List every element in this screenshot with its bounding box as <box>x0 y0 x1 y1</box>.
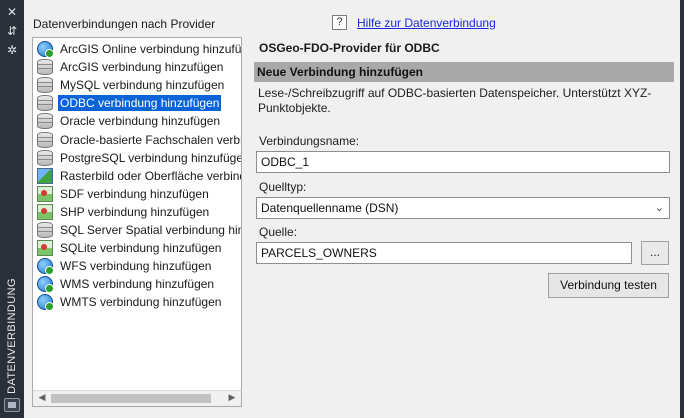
provider-list[interactable]: ArcGIS Online verbindung hinzufügen ArcGI… <box>32 37 242 407</box>
provider-item-label: SHP verbindung hinzufügen <box>60 204 210 219</box>
provider-item-label: ODBC verbindung hinzufügen <box>58 95 222 112</box>
globe-icon <box>37 41 54 58</box>
provider-item-label: SQL Server Spatial verbindung hinzufügen <box>60 223 241 237</box>
database-icon <box>37 59 53 76</box>
database-icon <box>37 149 53 166</box>
globe-icon <box>37 276 54 294</box>
database-icon <box>37 131 53 148</box>
provider-item-label: ArcGIS Online verbindung hinzufügen <box>60 42 242 56</box>
help-link[interactable]: Hilfe zur Datenverbindung <box>357 16 496 30</box>
provider-item-label: SDF verbindung hinzufügen <box>60 186 209 201</box>
provider-item-label: SQLite verbindung hinzufügen <box>60 241 222 256</box>
provider-item[interactable]: WMTS verbindung hinzufügen <box>37 293 241 312</box>
palette-title: DATENVERBINDUNG <box>3 278 21 394</box>
provider-item[interactable]: ArcGIS Online verbindung hinzufügen <box>37 40 242 58</box>
map-icon <box>37 185 53 202</box>
scrollbar-thumb[interactable] <box>51 394 211 403</box>
source-input[interactable] <box>256 242 632 264</box>
scroll-left-icon[interactable]: ◀ <box>34 391 50 406</box>
database-icon <box>37 95 53 112</box>
provider-item-label: Rasterbild oder Oberfläche verbindung hi… <box>60 168 241 183</box>
palette-properties-icon[interactable] <box>4 398 20 412</box>
provider-item[interactable]: SQL Server Spatial verbindung hinzufügen <box>37 221 241 239</box>
gear-icon[interactable]: ✲ <box>5 43 19 57</box>
source-type-select[interactable]: Datenquellenname (DSN) ⌄ <box>256 197 670 219</box>
test-connection-button[interactable]: Verbindung testen <box>548 273 669 298</box>
provider-item[interactable]: MySQL verbindung hinzufügen <box>37 76 241 94</box>
palette-title-text: DATENVERBINDUNG <box>6 278 18 394</box>
side-strip: ✕ ⇵ ✲ DATENVERBINDUNG <box>0 0 24 418</box>
provider-item[interactable]: PostgreSQL verbindung hinzufügen <box>37 149 242 167</box>
provider-item[interactable]: ODBC verbindung hinzufügen <box>37 94 241 112</box>
globe-icon <box>37 294 54 312</box>
help-icon[interactable]: ? <box>332 15 347 30</box>
provider-heading: OSGeo-FDO-Provider für ODBC <box>259 41 440 55</box>
source-type-value: Datenquellenname (DSN) <box>261 201 399 215</box>
provider-item-label: WMTS verbindung hinzufügen <box>60 295 222 310</box>
provider-item-label: WMS verbindung hinzufügen <box>60 277 215 292</box>
section-title: Neue Verbindung hinzufügen <box>257 65 423 79</box>
provider-item[interactable]: SDF verbindung hinzufügen <box>37 185 241 203</box>
chevron-down-icon: ⌄ <box>654 201 664 214</box>
provider-item-label: WFS verbindung hinzufügen <box>60 259 212 274</box>
provider-description: Lese-/Schreibzugriff auf ODBC-basierten … <box>258 86 652 115</box>
autohide-icon[interactable]: ⇵ <box>5 24 19 38</box>
database-icon <box>37 222 53 238</box>
window-edge <box>680 0 684 418</box>
close-icon[interactable]: ✕ <box>5 5 19 19</box>
provider-item[interactable]: Oracle verbindung hinzufügen <box>37 112 241 130</box>
source-label: Quelle: <box>259 225 298 239</box>
database-icon <box>37 113 53 130</box>
help-row: ? Hilfe zur Datenverbindung <box>332 15 496 30</box>
provider-list-scrollbar[interactable]: ◀ ▶ <box>32 390 242 407</box>
connection-name-input[interactable] <box>256 151 670 173</box>
provider-item[interactable]: SQLite verbindung hinzufügen <box>37 239 241 257</box>
section-header: Neue Verbindung hinzufügen <box>254 62 674 82</box>
provider-item[interactable]: WMS verbindung hinzufügen <box>37 275 241 294</box>
provider-item-label: PostgreSQL verbindung hinzufügen <box>60 150 242 165</box>
provider-item-label: MySQL verbindung hinzufügen <box>60 78 225 93</box>
raster-icon <box>37 167 53 184</box>
connection-name-label: Verbindungsname: <box>259 134 360 148</box>
provider-item[interactable]: ArcGIS verbindung hinzufügen <box>37 58 241 76</box>
provider-item[interactable]: SHP verbindung hinzufügen <box>37 203 241 221</box>
provider-item-label: Oracle verbindung hinzufügen <box>60 114 221 129</box>
database-icon <box>37 77 53 94</box>
map-icon <box>37 203 53 220</box>
provider-item[interactable]: Rasterbild oder Oberfläche verbindung hi… <box>37 167 241 185</box>
providers-title: Datenverbindungen nach Provider <box>33 17 216 31</box>
source-type-label: Quelltyp: <box>259 180 307 194</box>
provider-item-label: ArcGIS verbindung hinzufügen <box>60 60 224 75</box>
browse-button[interactable]: ... <box>641 241 669 265</box>
globe-icon <box>37 258 54 276</box>
map-icon <box>37 240 53 257</box>
scroll-right-icon[interactable]: ▶ <box>224 391 240 406</box>
provider-item-label: Oracle-basierte Fachschalen verbindung h… <box>60 132 242 147</box>
provider-item[interactable]: WFS verbindung hinzufügen <box>37 257 241 276</box>
provider-item[interactable]: Oracle-basierte Fachschalen verbindung h… <box>37 131 242 149</box>
